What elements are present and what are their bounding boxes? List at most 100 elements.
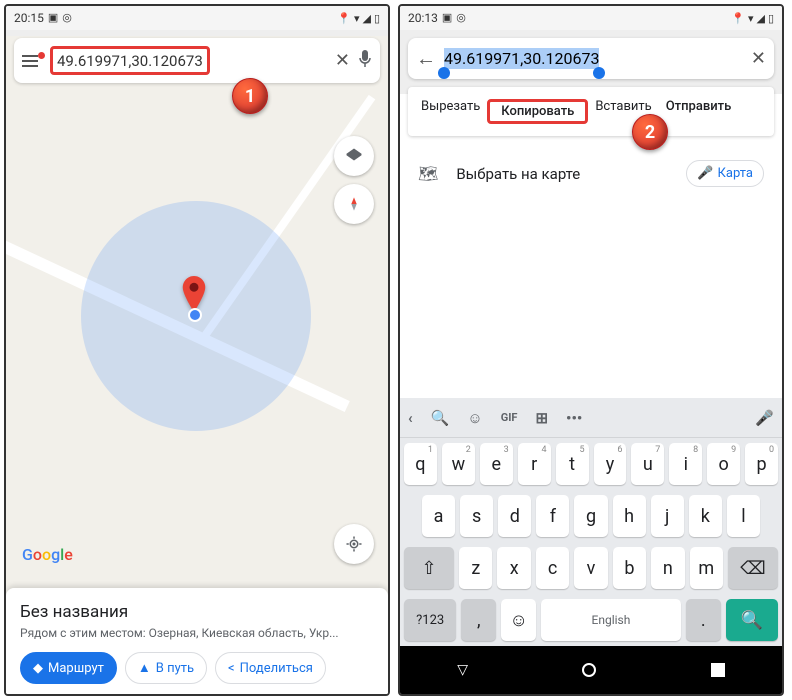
status-app-icon: ◎ bbox=[456, 11, 466, 25]
status-bar: 20:13 ▣ ◎ 📍 ▾ ◢ ▯ bbox=[400, 6, 782, 30]
key-m[interactable]: m bbox=[690, 547, 723, 589]
search-bar[interactable]: ← 49.619971,30.120673 ✕ bbox=[408, 38, 774, 79]
voice-icon[interactable] bbox=[358, 50, 372, 72]
key-a[interactable]: a bbox=[422, 495, 455, 537]
status-app-icon: ▣ bbox=[442, 11, 452, 25]
keyboard-row-2: asdfghjkl bbox=[400, 490, 782, 542]
status-app-icon: ◎ bbox=[62, 11, 72, 25]
phone-right: 20:13 ▣ ◎ 📍 ▾ ◢ ▯ ← 49.619971,30.120673 … bbox=[398, 4, 784, 696]
selection-handle-right[interactable] bbox=[593, 67, 605, 79]
select-on-map-label: Выбрать на карте bbox=[456, 165, 668, 183]
kb-gif-button[interactable]: GIF bbox=[501, 411, 518, 424]
battery-icon: ▯ bbox=[768, 12, 774, 25]
key-b[interactable]: b bbox=[613, 547, 646, 589]
share-button[interactable]: < Поделиться bbox=[215, 652, 326, 684]
directions-button[interactable]: ◆ Маршрут bbox=[20, 652, 117, 684]
place-card[interactable]: Без названия Рядом с этим местом: Озерна… bbox=[6, 588, 388, 694]
key-g[interactable]: g bbox=[574, 495, 607, 537]
kb-more-icon[interactable]: ••• bbox=[566, 409, 582, 427]
status-bar: 20:15 ▣ ◎ 📍 ▾ ◢ ▯ bbox=[6, 6, 388, 30]
key-h[interactable]: h bbox=[613, 495, 646, 537]
copy-menu-item[interactable]: Копировать bbox=[494, 104, 581, 119]
status-time: 20:15 bbox=[14, 11, 44, 25]
navigation-icon: ▲ bbox=[138, 660, 151, 676]
wifi-icon: ▾ bbox=[354, 12, 360, 25]
keyboard-toolbar: ‹ 🔍 ☺ GIF ⊞ ••• 🎤 bbox=[400, 398, 782, 438]
key-e[interactable]: e3 bbox=[480, 443, 513, 485]
key-r[interactable]: r4 bbox=[518, 443, 551, 485]
layers-button[interactable] bbox=[334, 136, 374, 176]
kb-chevron-icon[interactable]: ‹ bbox=[408, 409, 413, 427]
key-z[interactable]: z bbox=[459, 547, 492, 589]
my-location-dot bbox=[188, 308, 202, 322]
key-i[interactable]: i8 bbox=[669, 443, 702, 485]
menu-icon[interactable] bbox=[22, 55, 42, 67]
keyboard: ‹ 🔍 ☺ GIF ⊞ ••• 🎤 q1w2e3r4t5y6u7i8o9p0 a… bbox=[400, 398, 782, 646]
clear-icon[interactable]: ✕ bbox=[751, 48, 766, 69]
search-input-selected[interactable]: 49.619971,30.120673 bbox=[444, 48, 599, 69]
key-k[interactable]: k bbox=[689, 495, 722, 537]
key-p[interactable]: p0 bbox=[745, 443, 778, 485]
key-s[interactable]: s bbox=[460, 495, 493, 537]
nav-recent-button[interactable] bbox=[711, 663, 725, 677]
status-app-icon: ▣ bbox=[48, 11, 58, 25]
search-enter-key[interactable]: 🔍 bbox=[726, 599, 778, 641]
key-y[interactable]: y6 bbox=[594, 443, 627, 485]
phone-left: 20:15 ▣ ◎ 📍 ▾ ◢ ▯ Google bbox=[4, 4, 390, 696]
annotation-highlight: Копировать bbox=[487, 99, 588, 124]
key-d[interactable]: d bbox=[498, 495, 531, 537]
annotation-highlight: 49.619971,30.120673 bbox=[50, 46, 210, 75]
key-f[interactable]: f bbox=[536, 495, 569, 537]
map-canvas[interactable]: Google Без названия Рядом с этим местом:… bbox=[6, 36, 388, 694]
nav-home-button[interactable] bbox=[582, 663, 596, 677]
location-icon: 📍 bbox=[337, 12, 351, 25]
key-t[interactable]: t5 bbox=[556, 443, 589, 485]
kb-translate-icon[interactable]: ⊞ bbox=[535, 409, 548, 427]
status-time: 20:13 bbox=[408, 11, 438, 25]
map-icon: 🗺 bbox=[418, 164, 438, 183]
cut-menu-item[interactable]: Вырезать bbox=[414, 99, 487, 124]
directions-icon: ◆ bbox=[33, 661, 43, 676]
key-q[interactable]: q1 bbox=[404, 443, 437, 485]
signal-icon: ◢ bbox=[756, 12, 764, 25]
symbols-key[interactable]: ?123 bbox=[404, 599, 456, 641]
search-input[interactable]: 49.619971,30.120673 bbox=[57, 52, 203, 70]
selection-handle-left[interactable] bbox=[438, 67, 450, 79]
key-w[interactable]: w2 bbox=[442, 443, 475, 485]
key-v[interactable]: v bbox=[574, 547, 607, 589]
nav-keyboard-hide[interactable]: ▽ bbox=[457, 662, 468, 678]
emoji-key[interactable]: ☺ bbox=[501, 599, 536, 641]
key-x[interactable]: x bbox=[497, 547, 530, 589]
wifi-icon: ▾ bbox=[748, 12, 754, 25]
key-j[interactable]: j bbox=[651, 495, 684, 537]
key-c[interactable]: c bbox=[536, 547, 569, 589]
annotation-marker-1: 1 bbox=[232, 78, 268, 114]
key-n[interactable]: n bbox=[651, 547, 684, 589]
keyboard-row-1: q1w2e3r4t5y6u7i8o9p0 bbox=[400, 438, 782, 490]
comma-key[interactable]: , bbox=[461, 599, 496, 641]
share-icon: < bbox=[228, 661, 235, 676]
locate-button[interactable] bbox=[334, 524, 374, 564]
key-o[interactable]: o9 bbox=[707, 443, 740, 485]
location-icon: 📍 bbox=[731, 12, 745, 25]
shift-key[interactable]: ⇧ bbox=[404, 547, 454, 589]
clear-icon[interactable]: ✕ bbox=[335, 50, 350, 71]
map-chip[interactable]: 🎤 Карта bbox=[686, 160, 764, 187]
kb-mic-icon[interactable]: 🎤 bbox=[755, 409, 774, 427]
start-navigation-button[interactable]: ▲ В путь bbox=[125, 652, 207, 684]
place-title: Без названия bbox=[20, 602, 374, 622]
send-menu-item[interactable]: Отправить bbox=[659, 99, 739, 124]
kb-sticker-icon[interactable]: ☺ bbox=[467, 409, 482, 427]
compass-button[interactable] bbox=[334, 184, 374, 224]
keyboard-row-3: ⇧ zxcvbnm ⌫ bbox=[400, 542, 782, 594]
backspace-key[interactable]: ⌫ bbox=[728, 547, 778, 589]
search-bar[interactable]: 49.619971,30.120673 ✕ bbox=[14, 38, 380, 83]
android-nav-bar: ▽ bbox=[400, 646, 782, 694]
space-key[interactable]: English bbox=[541, 599, 681, 641]
key-u[interactable]: u7 bbox=[631, 443, 664, 485]
period-key[interactable]: . bbox=[686, 599, 721, 641]
select-on-map-row[interactable]: 🗺 Выбрать на карте 🎤 Карта bbox=[400, 146, 782, 201]
back-icon[interactable]: ← bbox=[416, 46, 436, 71]
key-l[interactable]: l bbox=[727, 495, 760, 537]
kb-search-icon[interactable]: 🔍 bbox=[431, 409, 450, 427]
